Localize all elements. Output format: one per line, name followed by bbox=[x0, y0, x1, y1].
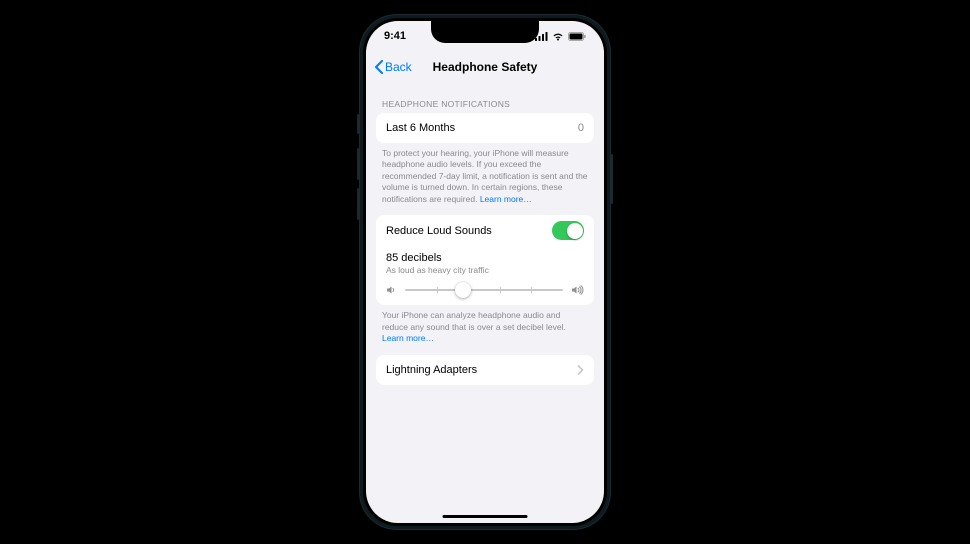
notch bbox=[431, 21, 539, 43]
phone-side-button bbox=[357, 148, 359, 180]
cell-group-reduce: Reduce Loud Sounds 85 decibels As loud a… bbox=[376, 215, 594, 305]
row-label: Last 6 Months bbox=[386, 122, 455, 134]
back-label: Back bbox=[385, 60, 412, 74]
battery-icon bbox=[568, 32, 586, 41]
cell-group-adapters: Lightning Adapters bbox=[376, 355, 594, 385]
cell-group-notifications: Last 6 Months 0 bbox=[376, 113, 594, 143]
decibel-slider-row bbox=[376, 277, 594, 305]
section-footer-reduce: Your iPhone can analyze headphone audio … bbox=[376, 305, 594, 350]
decibel-label: 85 decibels bbox=[386, 252, 584, 264]
row-lightning-adapters[interactable]: Lightning Adapters bbox=[376, 355, 594, 385]
row-label: Reduce Loud Sounds bbox=[386, 225, 492, 237]
volume-high-icon bbox=[571, 285, 584, 295]
section-header-notifications: HEADPHONE NOTIFICATIONS bbox=[376, 89, 594, 113]
row-last-6-months[interactable]: Last 6 Months 0 bbox=[376, 113, 594, 143]
learn-more-link[interactable]: Learn more… bbox=[382, 333, 434, 343]
row-decibel-readout: 85 decibels As loud as heavy city traffi… bbox=[376, 246, 594, 277]
decibel-description: As loud as heavy city traffic bbox=[386, 265, 584, 275]
decibel-slider[interactable] bbox=[405, 289, 563, 291]
reduce-loud-sounds-toggle[interactable] bbox=[552, 221, 584, 240]
footer-text: Your iPhone can analyze headphone audio … bbox=[382, 310, 566, 331]
phone-side-button bbox=[357, 114, 359, 134]
phone-side-button bbox=[357, 188, 359, 220]
section-footer-notifications: To protect your hearing, your iPhone wil… bbox=[376, 143, 594, 211]
row-value: 0 bbox=[578, 122, 584, 134]
nav-bar: Back Headphone Safety bbox=[366, 51, 604, 83]
slider-thumb[interactable] bbox=[455, 282, 471, 298]
screen: 9:41 Bac bbox=[366, 21, 604, 523]
wifi-icon bbox=[552, 32, 564, 41]
toggle-knob bbox=[567, 223, 583, 239]
status-time: 9:41 bbox=[384, 30, 406, 42]
row-reduce-loud-sounds: Reduce Loud Sounds bbox=[376, 215, 594, 246]
learn-more-link[interactable]: Learn more… bbox=[480, 194, 532, 204]
back-button[interactable]: Back bbox=[374, 60, 412, 74]
phone-frame: 9:41 Bac bbox=[359, 14, 611, 530]
home-indicator[interactable] bbox=[443, 515, 528, 519]
chevron-right-icon bbox=[577, 365, 584, 375]
row-label: Lightning Adapters bbox=[386, 364, 477, 376]
phone-side-button bbox=[611, 154, 613, 204]
chevron-left-icon bbox=[374, 60, 384, 74]
content: HEADPHONE NOTIFICATIONS Last 6 Months 0 … bbox=[366, 83, 604, 385]
volume-low-icon bbox=[386, 285, 397, 295]
